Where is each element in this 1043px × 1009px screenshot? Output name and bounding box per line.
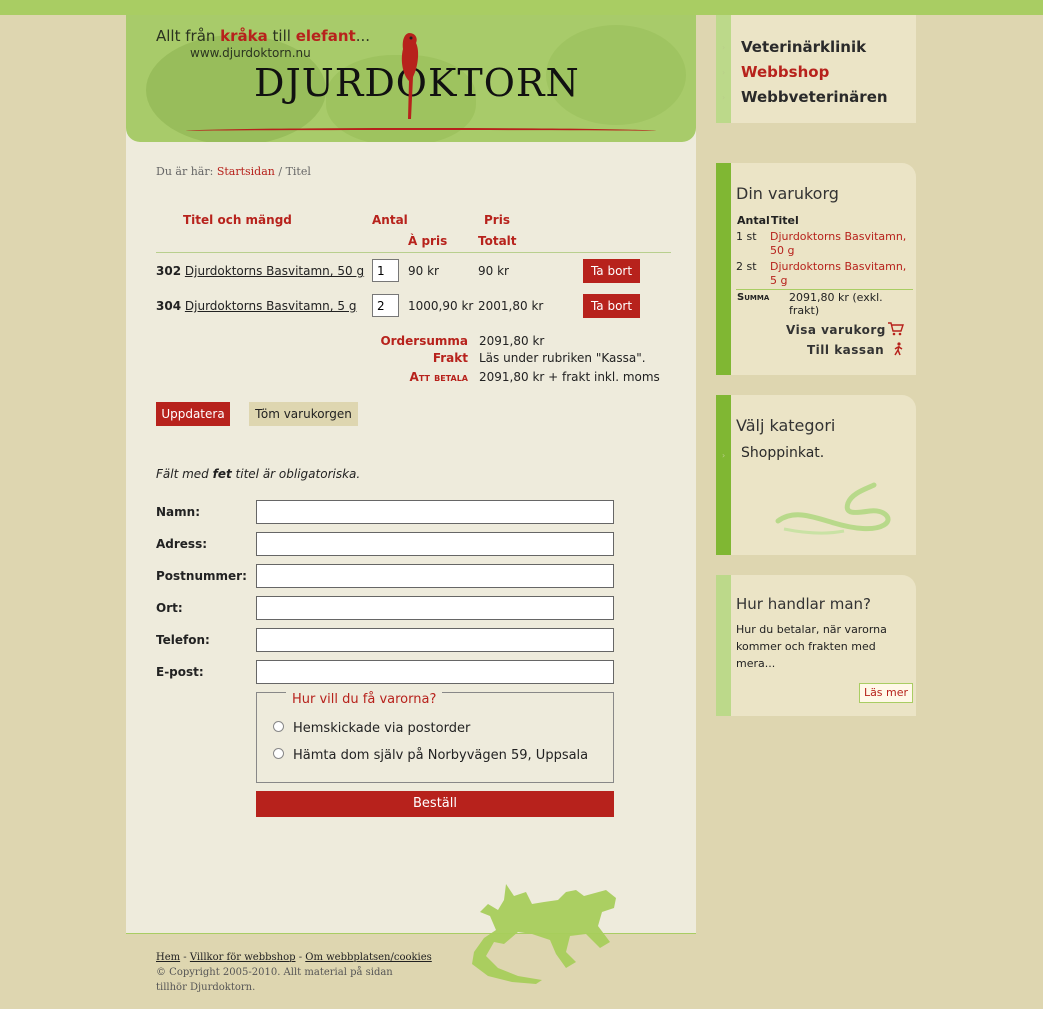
read-more-button[interactable]: Läs mer (859, 683, 913, 703)
cart-box: Din varukorg Antal Titel 1 st Djurdoktor… (716, 163, 916, 375)
table-divider (156, 252, 671, 253)
update-button[interactable]: Uppdatera (156, 402, 230, 426)
address-label: Adress: (156, 537, 208, 551)
postcode-label: Postnummer: (156, 569, 247, 583)
quantity-input[interactable] (372, 294, 399, 317)
main-column: Allt från kråka till elefant... www.djur… (126, 15, 696, 933)
unit-price: 1000,90 kr (408, 299, 474, 313)
cart-item-qty: 2 st (736, 260, 757, 273)
site-url: www.djurdoktorn.nu (190, 46, 311, 60)
name-field[interactable] (256, 500, 614, 524)
cart-col-title: Titel (771, 214, 799, 227)
chevron-right-icon: › (722, 43, 726, 52)
to-pay-label: Att betala (409, 370, 468, 384)
howto-text: Hur du betalar, när varorna kommer och f… (736, 623, 887, 670)
table-row: 304 Djurdoktorns Basvitamn, 5 g (156, 299, 357, 313)
chevron-right-icon: › (722, 93, 726, 102)
delivery-legend: Hur vill du få varorna? (286, 692, 443, 707)
snake-icon (775, 482, 891, 535)
sidebar-nav: › Veterinärklinik › Webbshop › Webbveter… (716, 15, 916, 123)
chevron-right-icon: › (722, 451, 726, 460)
name-label: Namn: (156, 505, 200, 519)
col-header-qty: Antal (372, 213, 408, 227)
sidebar-item-webbshop[interactable]: Webbshop (741, 63, 829, 81)
footer: Hem - Villkor för webbshop - Om webbplat… (156, 952, 432, 993)
postcode-field[interactable] (256, 564, 614, 588)
lizard-icon (472, 884, 616, 984)
breadcrumb-home-link[interactable]: Startsidan (217, 165, 275, 178)
cart-sum-label: Summa (737, 292, 770, 303)
phone-label: Telefon: (156, 633, 210, 647)
delivery-option-pickup[interactable]: Hämta dom själv på Norbyvägen 59, Uppsal… (293, 748, 588, 763)
col-header-title: Titel och mängd (183, 213, 292, 227)
shipping-label: Frakt (432, 351, 468, 365)
row-total: 2001,80 kr (478, 299, 544, 313)
cart-icon (888, 322, 904, 336)
cart-item-qty: 1 st (736, 230, 757, 243)
cart-sum-value: 2091,80 kr (exkl. frakt) (789, 291, 883, 317)
col-header-price: Pris (484, 213, 510, 227)
remove-button[interactable]: Ta bort (583, 259, 640, 283)
email-label: E-post: (156, 665, 204, 679)
col-header-total: Totalt (478, 234, 517, 248)
category-box: Välj kategori › Shoppinkat. (716, 395, 916, 555)
city-label: Ort: (156, 601, 183, 615)
tagline: Allt från kråka till elefant... (156, 27, 370, 45)
cart-title: Din varukorg (736, 184, 839, 203)
city-field[interactable] (256, 596, 614, 620)
delivery-radio-post[interactable] (273, 721, 284, 732)
cart-item-link[interactable]: Djurdoktorns Basvitamn, 50 g (770, 230, 915, 258)
view-cart-link[interactable]: Visa varukorg (786, 323, 886, 337)
category-title: Välj kategori (736, 416, 836, 435)
howto-box: Hur handlar man? Hur du betalar, när var… (716, 575, 916, 716)
table-row: 302 Djurdoktorns Basvitamn, 50 g (156, 264, 365, 278)
shipping-value: Läs under rubriken "Kassa". (479, 351, 646, 365)
breadcrumb: Du är här: Startsidan / Titel (156, 165, 311, 178)
row-total: 90 kr (478, 264, 509, 278)
required-note: Fält med fet titel är obligatoriska. (156, 467, 361, 481)
remove-button[interactable]: Ta bort (583, 294, 640, 318)
delivery-radio-pickup[interactable] (273, 748, 284, 759)
walking-person-icon (894, 342, 903, 356)
product-link[interactable]: Djurdoktorns Basvitamn, 50 g (185, 264, 364, 278)
footer-link-about[interactable]: Om webbplatsen/cookies (305, 952, 432, 963)
top-bar (0, 0, 1043, 15)
email-field[interactable] (256, 660, 614, 684)
empty-cart-button[interactable]: Töm varukorgen (249, 402, 358, 426)
to-pay-value: 2091,80 kr + frakt inkl. moms (479, 370, 660, 384)
parrot-logo-icon (401, 33, 419, 119)
cart-col-qty: Antal (737, 214, 770, 227)
howto-title: Hur handlar man? (736, 595, 872, 613)
category-item-shoppinkat[interactable]: Shoppinkat. (741, 445, 824, 461)
footer-link-terms[interactable]: Villkor för webbshop (190, 952, 296, 963)
unit-price: 90 kr (408, 264, 439, 278)
order-button[interactable]: Beställ (256, 791, 614, 817)
product-link[interactable]: Djurdoktorns Basvitamn, 5 g (185, 299, 357, 313)
cart-item-link[interactable]: Djurdoktorns Basvitamn, 5 g (770, 260, 915, 288)
col-header-unit-price: À pris (408, 234, 448, 248)
footer-link-home[interactable]: Hem (156, 952, 180, 963)
sidebar-item-veterinarklinik[interactable]: Veterinärklinik (741, 38, 866, 56)
order-sum-label: Ordersumma (380, 334, 468, 348)
sidebar-item-webbveterinaren[interactable]: Webbveterinären (741, 88, 888, 106)
copyright: © Copyright 2005-2010. Allt material på … (156, 967, 393, 993)
order-sum-value: 2091,80 kr (479, 334, 545, 348)
phone-field[interactable] (256, 628, 614, 652)
address-field[interactable] (256, 532, 614, 556)
chevron-right-icon: › (722, 68, 726, 77)
site-header: Allt från kråka till elefant... www.djur… (126, 15, 696, 142)
checkout-link[interactable]: Till kassan (807, 343, 884, 357)
delivery-option-post[interactable]: Hemskickade via postorder (293, 721, 470, 736)
quantity-input[interactable] (372, 259, 399, 282)
